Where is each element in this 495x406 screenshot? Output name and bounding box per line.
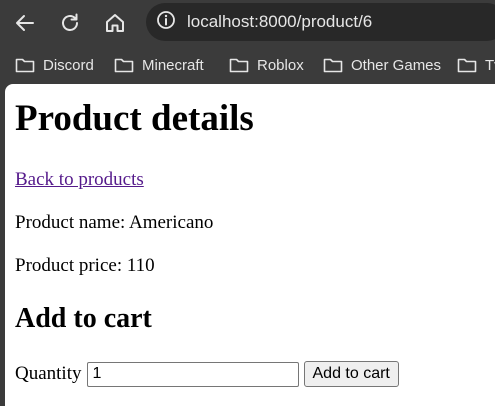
info-circle-icon <box>156 10 176 34</box>
folder-icon <box>229 57 257 73</box>
home-button[interactable] <box>98 6 132 40</box>
quantity-label: Quantity <box>15 363 82 384</box>
bookmark-label: Minecraft <box>142 56 204 74</box>
add-to-cart-form: Quantity Add to cart <box>15 360 399 388</box>
bookmarks-bar: Discord Minecraft Roblox Other Games Tv <box>0 45 495 84</box>
bookmark-label: Roblox <box>257 56 304 74</box>
bookmark-label: Discord <box>43 56 94 74</box>
page-title: Product details <box>15 98 254 139</box>
home-icon <box>104 12 126 34</box>
address-bar[interactable]: localhost:8000/product/6 <box>146 3 495 41</box>
folder-icon <box>457 57 485 73</box>
bookmark-label: Tv <box>485 56 495 74</box>
add-to-cart-heading: Add to cart <box>15 303 152 334</box>
folder-icon <box>323 57 351 73</box>
bookmark-other-games[interactable]: Other Games <box>323 54 441 76</box>
bookmark-minecraft[interactable]: Minecraft <box>114 54 204 76</box>
quantity-input[interactable] <box>86 361 299 387</box>
bookmark-discord[interactable]: Discord <box>15 54 94 76</box>
back-to-products-link[interactable]: Back to products <box>15 169 144 191</box>
bookmark-roblox[interactable]: Roblox <box>229 54 304 76</box>
add-to-cart-button[interactable]: Add to cart <box>303 361 399 387</box>
site-info-button[interactable] <box>154 10 178 34</box>
arrow-left-icon <box>14 12 36 34</box>
bookmark-label: Other Games <box>351 56 442 74</box>
bookmark-tv[interactable]: Tv <box>457 54 495 76</box>
product-name: Product name: Americano <box>15 212 214 233</box>
back-button[interactable] <box>8 6 42 40</box>
folder-icon <box>114 57 142 73</box>
folder-icon <box>15 57 43 73</box>
page-viewport: Product details Back to products Product… <box>5 84 495 406</box>
reload-button[interactable] <box>53 6 87 40</box>
url-text[interactable]: localhost:8000/product/6 <box>187 12 372 32</box>
browser-toolbar: localhost:8000/product/6 <box>0 0 495 45</box>
reload-icon <box>59 12 81 34</box>
product-price: Product price: 110 <box>15 255 155 276</box>
